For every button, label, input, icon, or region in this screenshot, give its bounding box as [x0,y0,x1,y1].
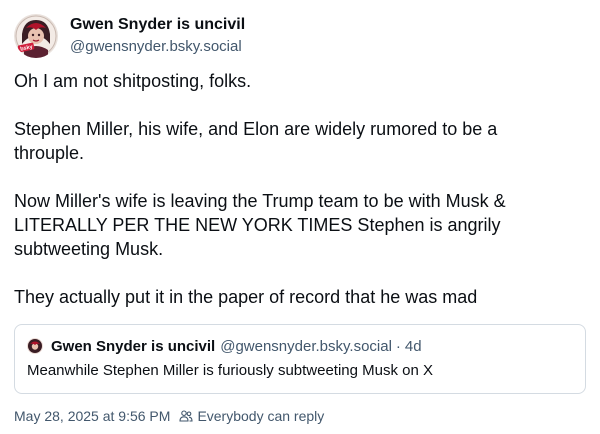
post-timestamp[interactable]: May 28, 2025 at 9:56 PM [14,408,170,424]
quoted-author-handle[interactable]: @gwensnyder.bsky.social [220,338,392,355]
reply-setting[interactable]: Everybody can reply [179,408,324,424]
reply-setting-label: Everybody can reply [197,408,325,424]
quoted-avatar [27,338,43,354]
avatar-image: bsky [14,14,58,58]
post-header: bsky Gwen Snyder is uncivil @gwensnyder.… [14,12,245,60]
separator-dot: · [395,337,401,355]
avatar[interactable]: bsky [14,14,58,58]
people-icon [179,410,193,422]
post-paragraph: Oh I am not shitposting, folks. [14,71,252,91]
post-paragraph: Now Miller's wife is leaving the Trump t… [14,191,506,259]
post-body: Oh I am not shitposting, folks. Stephen … [14,69,586,309]
author-names: Gwen Snyder is uncivil @gwensnyder.bsky.… [70,15,245,57]
post-paragraph: Stephen Miller, his wife, and Elon are w… [14,119,498,163]
quoted-post-time[interactable]: 4d [405,338,422,355]
author-handle[interactable]: @gwensnyder.bsky.social [70,37,245,57]
post-footer: May 28, 2025 at 9:56 PM Everybody can re… [14,406,324,426]
post-paragraph: They actually put it in the paper of rec… [14,287,478,307]
quoted-post-header: Gwen Snyder is uncivil @gwensnyder.bsky.… [27,336,573,356]
quoted-author-display-name[interactable]: Gwen Snyder is uncivil [51,338,215,355]
author-display-name[interactable]: Gwen Snyder is uncivil [70,15,245,35]
quoted-post-text: Meanwhile Stephen Miller is furiously su… [27,362,434,379]
quoted-post[interactable]: Gwen Snyder is uncivil @gwensnyder.bsky.… [14,324,586,394]
post-card: bsky Gwen Snyder is uncivil @gwensnyder.… [0,0,600,434]
